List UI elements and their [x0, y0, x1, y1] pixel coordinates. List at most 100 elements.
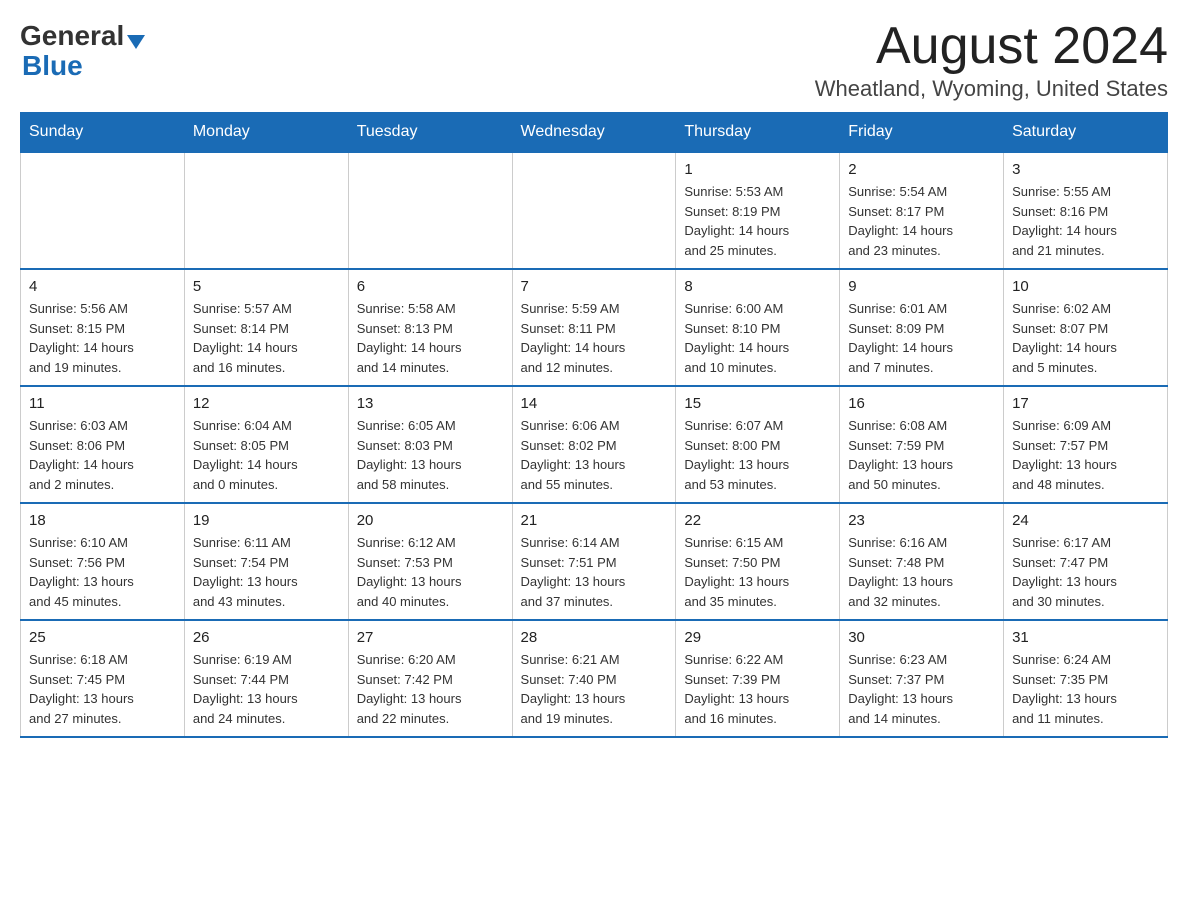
- calendar-header-thursday: Thursday: [676, 113, 840, 153]
- day-info: Sunrise: 6:18 AM Sunset: 7:45 PM Dayligh…: [29, 650, 176, 728]
- day-number: 23: [848, 512, 995, 529]
- calendar-header-sunday: Sunday: [21, 113, 185, 153]
- day-number: 24: [1012, 512, 1159, 529]
- day-number: 2: [848, 161, 995, 178]
- calendar-day-25: 25 Sunrise: 6:18 AM Sunset: 7:45 PM Dayli…: [21, 620, 185, 737]
- logo-triangle-icon: [127, 35, 145, 49]
- day-info: Sunrise: 6:10 AM Sunset: 7:56 PM Dayligh…: [29, 533, 176, 611]
- calendar-day-12: 12 Sunrise: 6:04 AM Sunset: 8:05 PM Dayli…: [184, 386, 348, 503]
- day-number: 16: [848, 395, 995, 412]
- day-info: Sunrise: 6:22 AM Sunset: 7:39 PM Dayligh…: [684, 650, 831, 728]
- day-number: 8: [684, 278, 831, 295]
- day-number: 22: [684, 512, 831, 529]
- day-number: 28: [521, 629, 668, 646]
- day-info: Sunrise: 6:03 AM Sunset: 8:06 PM Dayligh…: [29, 416, 176, 494]
- day-number: 26: [193, 629, 340, 646]
- day-number: 27: [357, 629, 504, 646]
- day-info: Sunrise: 6:04 AM Sunset: 8:05 PM Dayligh…: [193, 416, 340, 494]
- day-info: Sunrise: 5:56 AM Sunset: 8:15 PM Dayligh…: [29, 299, 176, 377]
- day-number: 30: [848, 629, 995, 646]
- day-number: 11: [29, 395, 176, 412]
- day-number: 10: [1012, 278, 1159, 295]
- calendar-empty-cell: [21, 152, 185, 269]
- day-info: Sunrise: 5:54 AM Sunset: 8:17 PM Dayligh…: [848, 182, 995, 260]
- day-info: Sunrise: 6:05 AM Sunset: 8:03 PM Dayligh…: [357, 416, 504, 494]
- calendar-week-5: 25 Sunrise: 6:18 AM Sunset: 7:45 PM Dayli…: [21, 620, 1168, 737]
- day-info: Sunrise: 6:02 AM Sunset: 8:07 PM Dayligh…: [1012, 299, 1159, 377]
- calendar-header-friday: Friday: [840, 113, 1004, 153]
- day-info: Sunrise: 6:09 AM Sunset: 7:57 PM Dayligh…: [1012, 416, 1159, 494]
- day-number: 29: [684, 629, 831, 646]
- calendar-day-24: 24 Sunrise: 6:17 AM Sunset: 7:47 PM Dayli…: [1004, 503, 1168, 620]
- calendar-day-5: 5 Sunrise: 5:57 AM Sunset: 8:14 PM Daylig…: [184, 269, 348, 386]
- calendar-header-saturday: Saturday: [1004, 113, 1168, 153]
- calendar-day-20: 20 Sunrise: 6:12 AM Sunset: 7:53 PM Dayli…: [348, 503, 512, 620]
- calendar-header-monday: Monday: [184, 113, 348, 153]
- calendar-day-19: 19Sunrise: 6:11 AM Sunset: 7:54 PM Dayli…: [184, 503, 348, 620]
- day-number: 20: [357, 512, 504, 529]
- logo: General Blue: [20, 20, 145, 82]
- calendar-day-27: 27 Sunrise: 6:20 AM Sunset: 7:42 PM Dayli…: [348, 620, 512, 737]
- title-area: August 2024 Wheatland, Wyoming, United S…: [815, 20, 1168, 102]
- calendar-header-wednesday: Wednesday: [512, 113, 676, 153]
- day-info: Sunrise: 6:01 AM Sunset: 8:09 PM Dayligh…: [848, 299, 995, 377]
- day-info: Sunrise: 6:14 AM Sunset: 7:51 PM Dayligh…: [521, 533, 668, 611]
- day-info: Sunrise: 6:17 AM Sunset: 7:47 PM Dayligh…: [1012, 533, 1159, 611]
- calendar-day-13: 13 Sunrise: 6:05 AM Sunset: 8:03 PM Dayli…: [348, 386, 512, 503]
- calendar-header-row: SundayMondayTuesdayWednesdayThursdayFrid…: [21, 113, 1168, 153]
- day-info: Sunrise: 6:07 AM Sunset: 8:00 PM Dayligh…: [684, 416, 831, 494]
- day-number: 18: [29, 512, 176, 529]
- calendar-week-4: 18 Sunrise: 6:10 AM Sunset: 7:56 PM Dayli…: [21, 503, 1168, 620]
- day-number: 12: [193, 395, 340, 412]
- calendar-day-21: 21 Sunrise: 6:14 AM Sunset: 7:51 PM Dayli…: [512, 503, 676, 620]
- calendar-day-15: 15 Sunrise: 6:07 AM Sunset: 8:00 PM Dayli…: [676, 386, 840, 503]
- day-number: 3: [1012, 161, 1159, 178]
- calendar-day-31: 31 Sunrise: 6:24 AM Sunset: 7:35 PM Dayli…: [1004, 620, 1168, 737]
- day-number: 21: [521, 512, 668, 529]
- calendar-empty-cell: [512, 152, 676, 269]
- day-number: 17: [1012, 395, 1159, 412]
- day-info: Sunrise: 6:08 AM Sunset: 7:59 PM Dayligh…: [848, 416, 995, 494]
- day-number: 6: [357, 278, 504, 295]
- day-info: Sunrise: 6:06 AM Sunset: 8:02 PM Dayligh…: [521, 416, 668, 494]
- calendar-day-4: 4 Sunrise: 5:56 AM Sunset: 8:15 PM Daylig…: [21, 269, 185, 386]
- day-number: 19: [193, 512, 340, 529]
- day-info: Sunrise: 6:16 AM Sunset: 7:48 PM Dayligh…: [848, 533, 995, 611]
- day-number: 31: [1012, 629, 1159, 646]
- calendar-day-11: 11 Sunrise: 6:03 AM Sunset: 8:06 PM Dayli…: [21, 386, 185, 503]
- day-number: 13: [357, 395, 504, 412]
- day-info: Sunrise: 6:12 AM Sunset: 7:53 PM Dayligh…: [357, 533, 504, 611]
- day-number: 4: [29, 278, 176, 295]
- logo-blue-text: Blue: [22, 50, 83, 82]
- month-title: August 2024: [815, 20, 1168, 72]
- calendar-day-26: 26 Sunrise: 6:19 AM Sunset: 7:44 PM Dayli…: [184, 620, 348, 737]
- calendar-day-22: 22Sunrise: 6:15 AM Sunset: 7:50 PM Dayli…: [676, 503, 840, 620]
- calendar-day-30: 30Sunrise: 6:23 AM Sunset: 7:37 PM Dayli…: [840, 620, 1004, 737]
- day-number: 25: [29, 629, 176, 646]
- day-number: 1: [684, 161, 831, 178]
- day-info: Sunrise: 5:55 AM Sunset: 8:16 PM Dayligh…: [1012, 182, 1159, 260]
- day-info: Sunrise: 5:57 AM Sunset: 8:14 PM Dayligh…: [193, 299, 340, 377]
- logo-general-text: General: [20, 20, 124, 52]
- day-number: 7: [521, 278, 668, 295]
- calendar-day-23: 23 Sunrise: 6:16 AM Sunset: 7:48 PM Dayli…: [840, 503, 1004, 620]
- day-number: 15: [684, 395, 831, 412]
- calendar-empty-cell: [348, 152, 512, 269]
- day-info: Sunrise: 5:59 AM Sunset: 8:11 PM Dayligh…: [521, 299, 668, 377]
- day-number: 9: [848, 278, 995, 295]
- day-info: Sunrise: 6:21 AM Sunset: 7:40 PM Dayligh…: [521, 650, 668, 728]
- calendar-week-1: 1Sunrise: 5:53 AM Sunset: 8:19 PM Daylig…: [21, 152, 1168, 269]
- day-number: 14: [521, 395, 668, 412]
- day-info: Sunrise: 6:24 AM Sunset: 7:35 PM Dayligh…: [1012, 650, 1159, 728]
- location-text: Wheatland, Wyoming, United States: [815, 76, 1168, 102]
- day-info: Sunrise: 6:20 AM Sunset: 7:42 PM Dayligh…: [357, 650, 504, 728]
- calendar-day-10: 10 Sunrise: 6:02 AM Sunset: 8:07 PM Dayli…: [1004, 269, 1168, 386]
- calendar-week-2: 4 Sunrise: 5:56 AM Sunset: 8:15 PM Daylig…: [21, 269, 1168, 386]
- day-info: Sunrise: 6:19 AM Sunset: 7:44 PM Dayligh…: [193, 650, 340, 728]
- day-number: 5: [193, 278, 340, 295]
- calendar-empty-cell: [184, 152, 348, 269]
- calendar-header-tuesday: Tuesday: [348, 113, 512, 153]
- calendar-day-9: 9 Sunrise: 6:01 AM Sunset: 8:09 PM Daylig…: [840, 269, 1004, 386]
- calendar-day-7: 7 Sunrise: 5:59 AM Sunset: 8:11 PM Daylig…: [512, 269, 676, 386]
- calendar-day-16: 16 Sunrise: 6:08 AM Sunset: 7:59 PM Dayli…: [840, 386, 1004, 503]
